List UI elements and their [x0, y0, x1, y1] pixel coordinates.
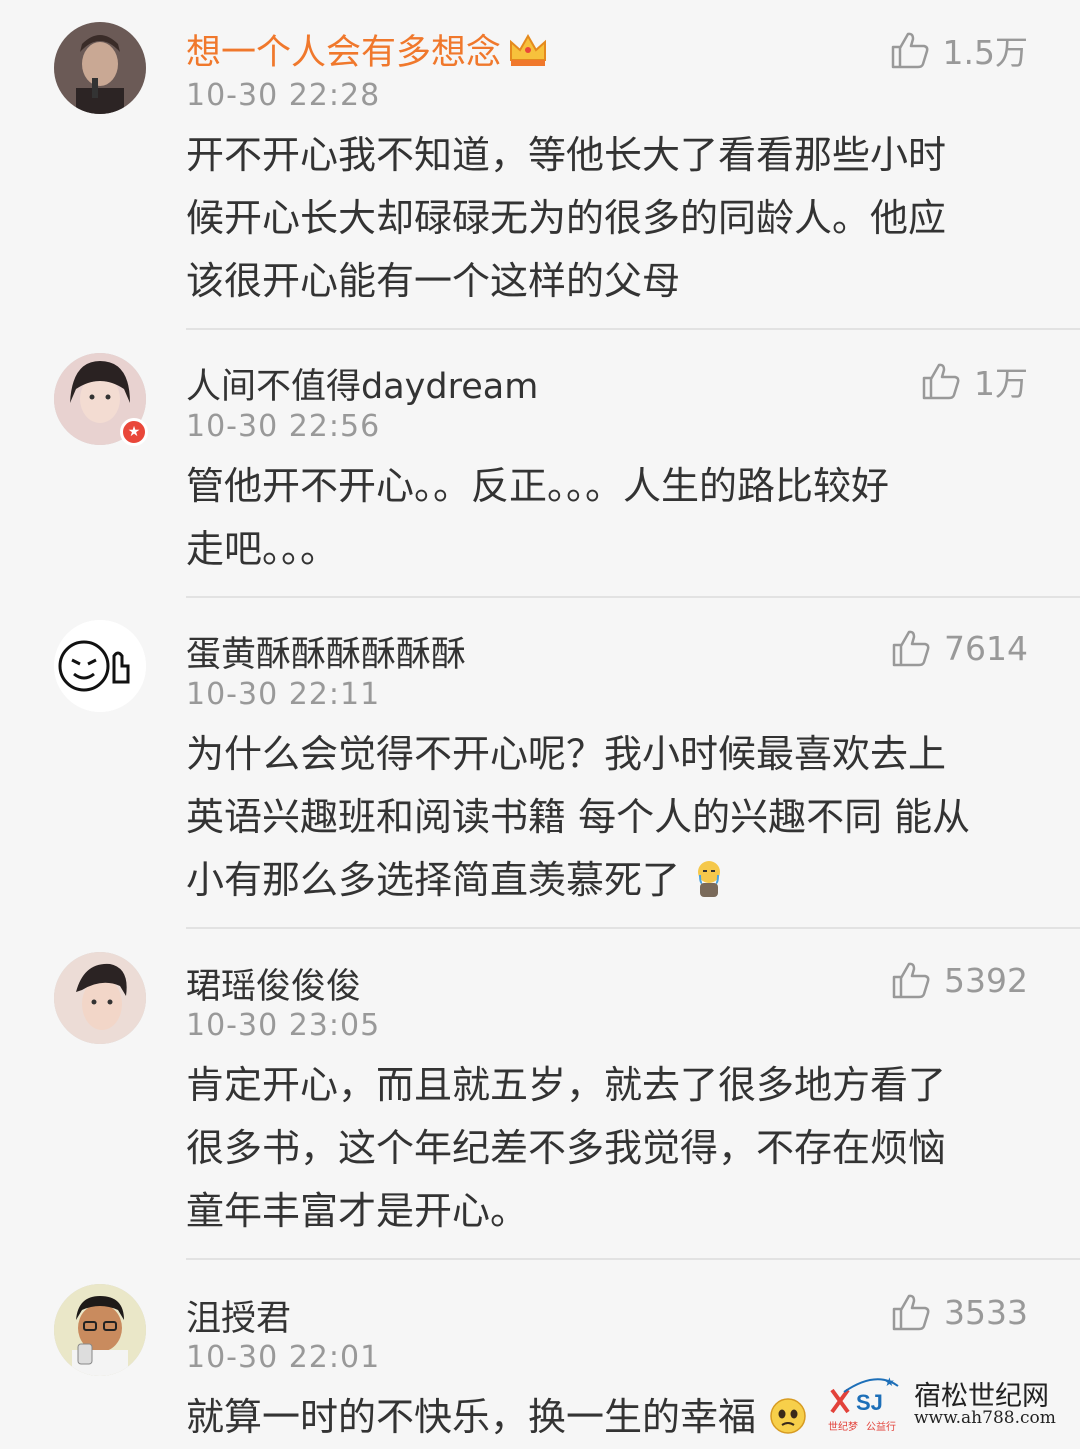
- avatar[interactable]: [54, 22, 146, 114]
- username[interactable]: 蛋黄酥酥酥酥酥酥: [186, 626, 466, 677]
- divider: [186, 1258, 1080, 1260]
- like-button[interactable]: 7614: [890, 624, 1028, 672]
- comment-time: 10-30 22:56: [186, 409, 381, 444]
- avatar[interactable]: [54, 952, 146, 1044]
- thumbs-up-icon: [892, 630, 930, 667]
- comment-text: 为什么会觉得不开心呢？我小时候最喜欢去上 英语兴趣班和阅读书籍 每个人的兴趣不同…: [186, 732, 971, 902]
- comment-text: 管他开不开心。。反正。。。人生的路比较好 走吧。。。: [186, 464, 890, 571]
- thumbs-up-icon: [892, 1294, 930, 1331]
- crown-icon: [510, 33, 547, 66]
- pleading-face-emoji-icon: [770, 1398, 806, 1434]
- svg-text:公益行: 公益行: [866, 1420, 896, 1433]
- comment-time: 10-30 22:11: [186, 677, 381, 712]
- thumbs-up-icon: [922, 363, 960, 400]
- comment-time: 10-30 22:28: [186, 78, 381, 113]
- comment-text: 肯定开心，而且就五岁，就去了很多地方看了 很多书，这个年纪差不多我觉得，不存在烦…: [186, 1063, 947, 1233]
- username[interactable]: 人间不值得daydream: [186, 358, 538, 409]
- svg-text:SJ: SJ: [856, 1390, 883, 1415]
- watermark-url: www.ah788.com: [914, 1408, 1056, 1428]
- thumbs-up-icon: [892, 962, 930, 999]
- divider: [186, 927, 1080, 929]
- like-button[interactable]: 3533: [890, 1288, 1028, 1336]
- like-button[interactable]: 1万: [920, 357, 1028, 405]
- avatar[interactable]: [54, 620, 146, 712]
- like-button[interactable]: 1.5万: [889, 26, 1028, 74]
- crying-emoji-icon: [698, 861, 721, 897]
- username[interactable]: 想一个人会有多想念: [186, 24, 549, 75]
- username[interactable]: 沮授君: [186, 1290, 291, 1341]
- comment-text: 开不开心我不知道，等他长大了看看那些小时 候开心长大却碌碌无为的很多的同龄人。他…: [186, 133, 947, 303]
- comment-time: 10-30 23:05: [186, 1008, 381, 1043]
- divider: [186, 328, 1080, 330]
- verified-badge-icon: ★: [120, 418, 148, 446]
- svg-text:世纪梦: 世纪梦: [828, 1421, 858, 1433]
- thumbs-up-icon: [891, 32, 928, 69]
- svg-text:★: ★: [884, 1375, 895, 1389]
- avatar[interactable]: [54, 1284, 146, 1376]
- comment-time: 10-30 22:01: [186, 1340, 381, 1375]
- site-logo-icon: SJ ★ 世纪梦 公益行: [828, 1375, 899, 1433]
- username[interactable]: 珺瑶俊俊俊: [186, 958, 361, 1009]
- like-button[interactable]: 5392: [890, 956, 1028, 1004]
- watermark: SJ ★ 世纪梦 公益行 宿松世纪网 www.ah788.com: [826, 1372, 1066, 1436]
- divider: [186, 596, 1080, 598]
